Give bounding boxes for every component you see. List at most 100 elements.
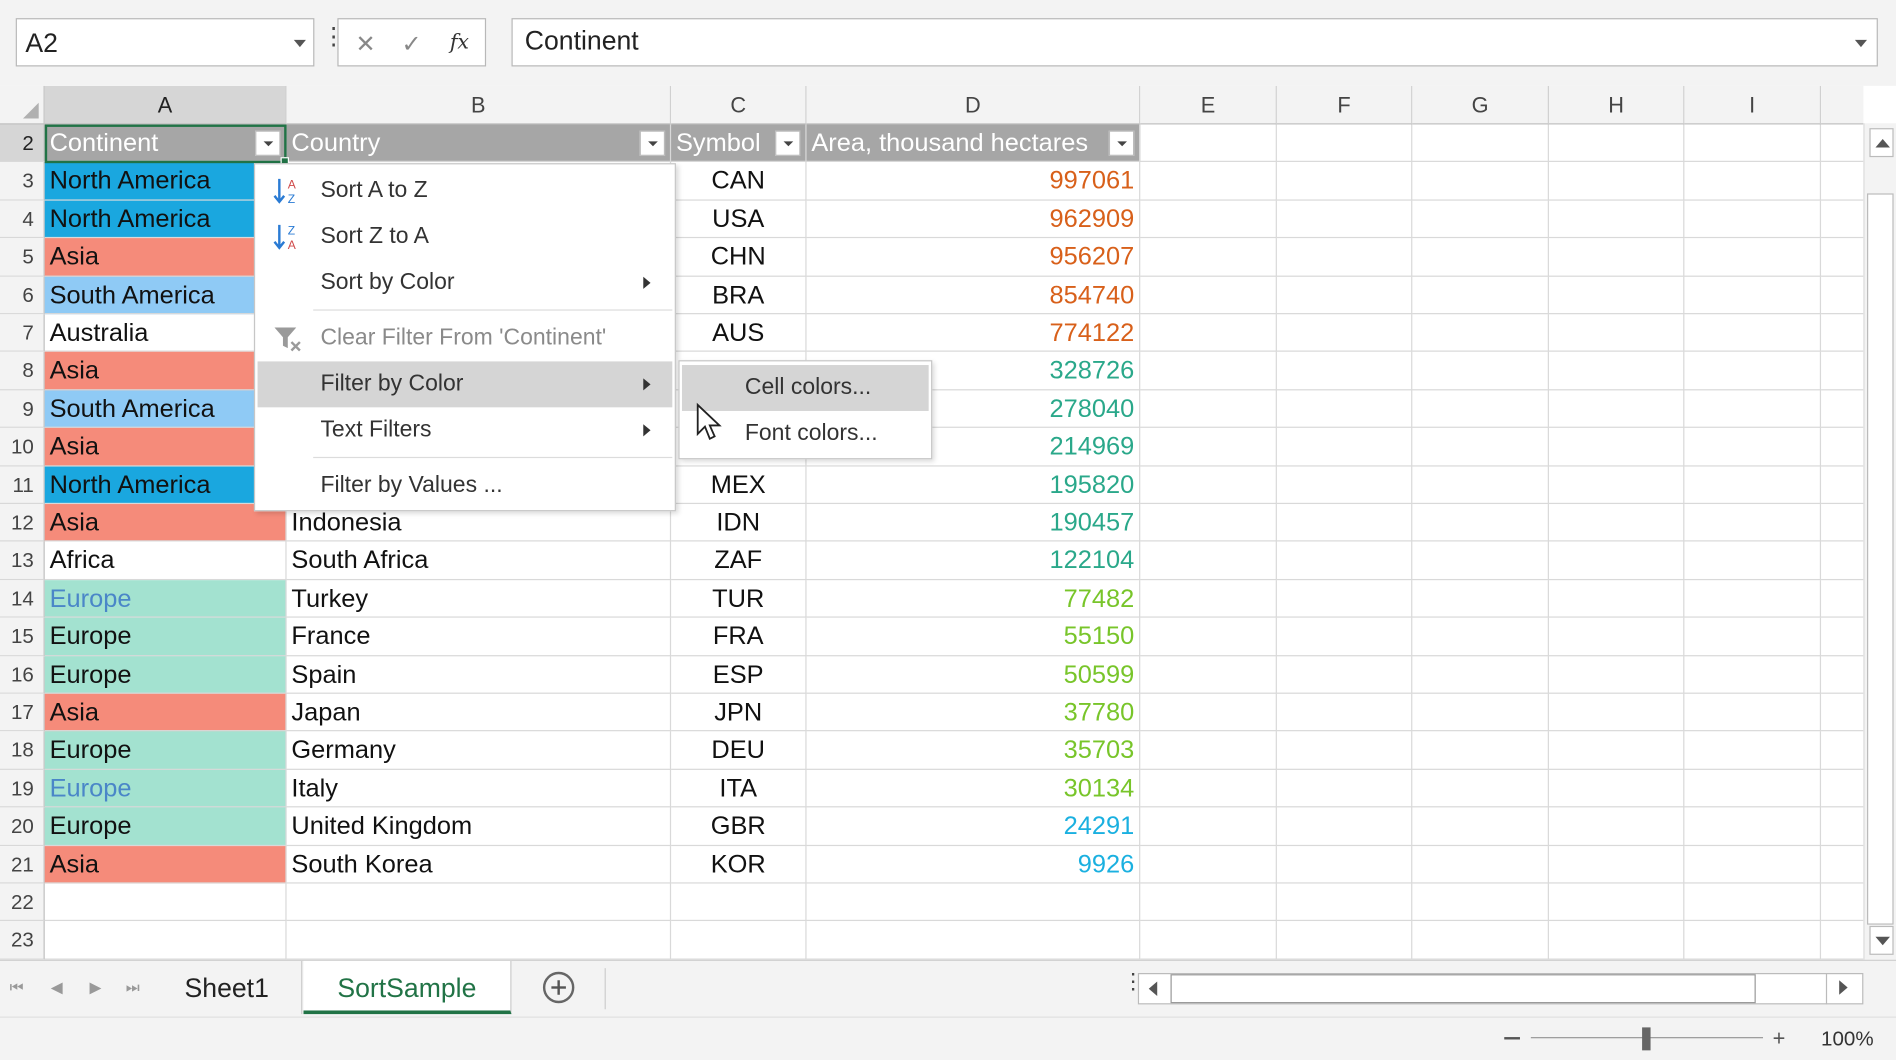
cell-a4[interactable]: North America <box>44 200 287 239</box>
row-header[interactable]: 14 <box>0 579 45 618</box>
row-header[interactable]: 21 <box>0 845 45 884</box>
cell-a15[interactable]: Europe <box>44 617 287 656</box>
menu-item-sort-a-to-z[interactable]: A Z Sort A to Z <box>258 168 673 214</box>
last-sheet-icon[interactable]: ⏭ <box>126 978 140 997</box>
cell-c23[interactable] <box>671 921 807 960</box>
empty-cell[interactable] <box>1684 238 1822 277</box>
add-sheet-icon[interactable] <box>542 971 575 1004</box>
header-cell-d[interactable]: Area, thousand hectares <box>806 124 1141 163</box>
empty-cell[interactable] <box>1140 428 1277 467</box>
cell-a19[interactable]: Europe <box>44 769 287 808</box>
empty-cell[interactable] <box>1548 238 1685 277</box>
empty-cell[interactable] <box>1548 731 1685 770</box>
cell-d14[interactable]: 77482 <box>806 579 1141 618</box>
row-header[interactable]: 16 <box>0 655 45 694</box>
empty-cell[interactable] <box>1684 124 1822 163</box>
cell-b17[interactable]: Japan <box>286 693 672 732</box>
cell-d23[interactable] <box>806 921 1141 960</box>
cell-d18[interactable]: 35703 <box>806 731 1141 770</box>
row-header[interactable]: 22 <box>0 883 45 922</box>
cell-c14[interactable]: TUR <box>671 579 807 618</box>
menu-item-clear-filter[interactable]: Clear Filter From 'Continent' <box>258 315 673 361</box>
empty-cell[interactable] <box>1140 390 1277 429</box>
cell-c16[interactable]: ESP <box>671 655 807 694</box>
row-header[interactable]: 17 <box>0 693 45 732</box>
cell-a20[interactable]: Europe <box>44 807 287 846</box>
cell-c19[interactable]: ITA <box>671 769 807 808</box>
empty-cell[interactable] <box>1821 656 1864 694</box>
empty-cell[interactable] <box>1276 428 1413 467</box>
cell-b18[interactable]: Germany <box>286 731 672 770</box>
column-header-b[interactable]: B <box>286 85 672 125</box>
filter-dropdown-button[interactable] <box>639 130 666 156</box>
menu-item-filter-by-color[interactable]: Filter by Color <box>257 361 673 408</box>
empty-cell[interactable] <box>1140 655 1277 694</box>
empty-cell[interactable] <box>1684 921 1822 960</box>
cell-c17[interactable]: JPN <box>671 693 807 732</box>
cell-d21[interactable]: 9926 <box>806 845 1141 884</box>
row-header[interactable]: 12 <box>0 504 45 542</box>
cell-d11[interactable]: 195820 <box>806 466 1141 505</box>
empty-cell[interactable] <box>1276 124 1413 163</box>
empty-cell[interactable] <box>1276 276 1413 315</box>
scroll-thumb[interactable] <box>1867 193 1894 925</box>
empty-cell[interactable] <box>1821 390 1864 429</box>
empty-cell[interactable] <box>1412 466 1549 505</box>
filter-dropdown-button[interactable] <box>775 130 801 156</box>
empty-cell[interactable] <box>1684 579 1822 618</box>
empty-cell[interactable] <box>1821 162 1864 201</box>
empty-cell[interactable] <box>1412 428 1549 467</box>
cell-c20[interactable]: GBR <box>671 807 807 846</box>
empty-cell[interactable] <box>1412 655 1549 694</box>
row-header[interactable]: 15 <box>0 617 45 656</box>
cell-a21[interactable]: Asia <box>44 845 287 884</box>
empty-cell[interactable] <box>1548 352 1685 391</box>
vertical-scrollbar[interactable] <box>1863 123 1896 960</box>
empty-cell[interactable] <box>1276 883 1413 922</box>
column-header-j[interactable] <box>1821 85 1864 125</box>
cell-a13[interactable]: Africa <box>44 541 287 580</box>
empty-cell[interactable] <box>1412 845 1549 884</box>
check-icon[interactable]: ✓ <box>401 29 421 59</box>
cell-c15[interactable]: FRA <box>671 617 807 656</box>
header-cell-b[interactable]: Country <box>286 124 672 163</box>
empty-cell[interactable] <box>1684 276 1822 315</box>
empty-cell[interactable] <box>1821 314 1864 353</box>
empty-cell[interactable] <box>1548 655 1685 694</box>
empty-cell[interactable] <box>1548 541 1685 580</box>
row-header[interactable]: 18 <box>0 731 45 770</box>
empty-cell[interactable] <box>1140 617 1277 656</box>
empty-cell[interactable] <box>1548 162 1685 201</box>
empty-cell[interactable] <box>1548 466 1685 505</box>
empty-cell[interactable] <box>1821 124 1864 163</box>
empty-cell[interactable] <box>1684 769 1822 808</box>
empty-cell[interactable] <box>1821 504 1864 542</box>
zoom-slider-thumb[interactable] <box>1642 1027 1651 1051</box>
empty-cell[interactable] <box>1140 541 1277 580</box>
cell-c3[interactable]: CAN <box>671 162 807 201</box>
row-header[interactable]: 20 <box>0 807 45 846</box>
empty-cell[interactable] <box>1821 238 1864 277</box>
empty-cell[interactable] <box>1412 200 1549 239</box>
column-header-i[interactable]: I <box>1684 85 1822 125</box>
row-header[interactable]: 4 <box>0 200 45 239</box>
empty-cell[interactable] <box>1821 732 1864 770</box>
empty-cell[interactable] <box>1276 769 1413 808</box>
empty-cell[interactable] <box>1684 655 1822 694</box>
cell-a11[interactable]: North America <box>44 466 287 505</box>
empty-cell[interactable] <box>1412 276 1549 315</box>
row-header[interactable]: 8 <box>0 352 45 391</box>
cell-b20[interactable]: United Kingdom <box>286 807 672 846</box>
empty-cell[interactable] <box>1140 276 1277 315</box>
menu-item-text-filters[interactable]: Text Filters <box>258 407 673 453</box>
cell-a12[interactable]: Asia <box>44 504 287 542</box>
zoom-out-icon[interactable] <box>1504 1037 1520 1040</box>
row-header[interactable]: 10 <box>0 428 45 467</box>
empty-cell[interactable] <box>1276 466 1413 505</box>
column-header-d[interactable]: D <box>806 85 1141 125</box>
select-all-corner[interactable] <box>0 85 45 125</box>
cell-d13[interactable]: 122104 <box>806 541 1141 580</box>
empty-cell[interactable] <box>1140 921 1277 960</box>
empty-cell[interactable] <box>1140 693 1277 732</box>
menu-item-sort-z-to-a[interactable]: Z A Sort Z to A <box>258 214 673 260</box>
